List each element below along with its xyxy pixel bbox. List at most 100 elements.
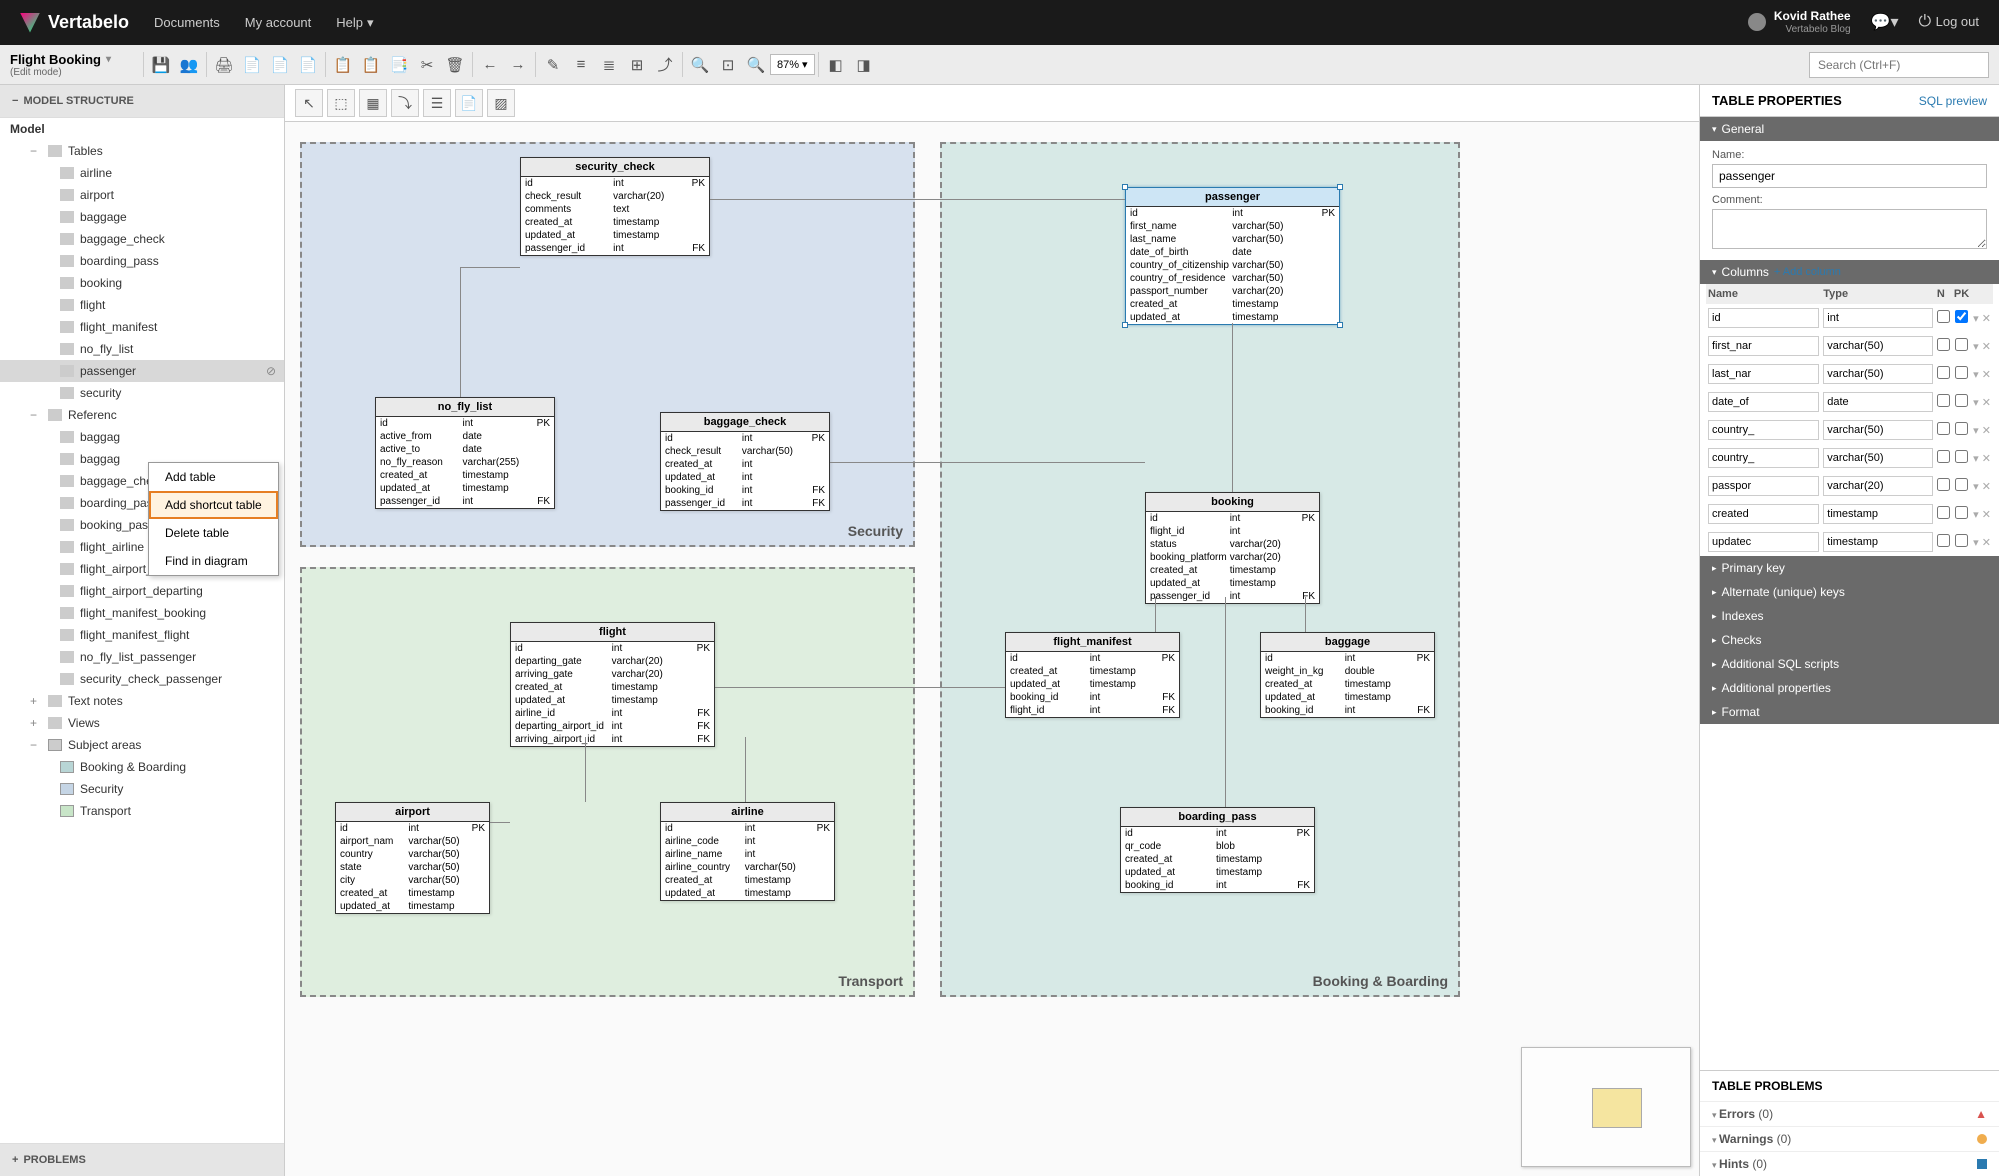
- comment-input[interactable]: [1712, 209, 1987, 249]
- delete-icon[interactable]: 🗑: [441, 51, 469, 79]
- col-type-input[interactable]: [1823, 420, 1933, 440]
- er-security-check[interactable]: security_checkidintPKcheck_resultvarchar…: [520, 157, 710, 256]
- col-row[interactable]: ▾ ✕: [1706, 528, 1993, 556]
- delete-icon[interactable]: ✕: [1982, 369, 1991, 381]
- col-type-input[interactable]: [1823, 308, 1933, 328]
- section-checks[interactable]: Checks: [1700, 628, 1999, 652]
- paste-icon[interactable]: 📋: [357, 51, 385, 79]
- share-icon[interactable]: 👥: [175, 51, 203, 79]
- col-n-checkbox[interactable]: [1937, 478, 1950, 491]
- col-n-checkbox[interactable]: [1937, 394, 1950, 407]
- er-flight[interactable]: flightidintPKdeparting_gatevarchar(20)ar…: [510, 622, 715, 747]
- model-structure-header[interactable]: MODEL STRUCTURE: [0, 85, 284, 118]
- logout-button[interactable]: ⏻ Log out: [1919, 13, 1979, 31]
- minimap[interactable]: [1521, 1047, 1691, 1167]
- tree-ref-flight_manifest_booking[interactable]: flight_manifest_booking: [0, 602, 284, 624]
- col-pk-checkbox[interactable]: [1954, 450, 1969, 463]
- col-type-input[interactable]: [1823, 392, 1933, 412]
- col-row[interactable]: ▾ ✕: [1706, 332, 1993, 360]
- delete-icon[interactable]: ✕: [1982, 453, 1991, 465]
- add-column-link[interactable]: + Add column: [1774, 266, 1841, 278]
- col-name-input[interactable]: [1708, 392, 1819, 412]
- chevron-down-icon[interactable]: ▾: [1973, 481, 1979, 493]
- tree-subject-areas[interactable]: −Subject areas: [0, 734, 284, 756]
- name-input[interactable]: [1712, 164, 1987, 188]
- zoom-fit-icon[interactable]: ⊡: [714, 51, 742, 79]
- tree-table-flight[interactable]: flight: [0, 294, 284, 316]
- section-format[interactable]: Format: [1700, 700, 1999, 724]
- col-row[interactable]: ▾ ✕: [1706, 388, 1993, 416]
- col-type-input[interactable]: [1823, 504, 1933, 524]
- chevron-down-icon[interactable]: ▾: [1973, 341, 1979, 353]
- delete-icon[interactable]: ✕: [1982, 397, 1991, 409]
- minimap-viewport[interactable]: [1592, 1088, 1642, 1128]
- col-n-checkbox[interactable]: [1937, 422, 1950, 435]
- col-pk-checkbox[interactable]: [1954, 366, 1969, 379]
- copy-icon[interactable]: 📋: [329, 51, 357, 79]
- align2-icon[interactable]: ≣: [595, 51, 623, 79]
- chevron-down-icon[interactable]: ▾: [1973, 313, 1979, 325]
- delete-icon[interactable]: ✕: [1982, 313, 1991, 325]
- tree-root-model[interactable]: Model: [0, 118, 284, 140]
- col-name-input[interactable]: [1708, 364, 1819, 384]
- col-pk-checkbox[interactable]: [1954, 478, 1969, 491]
- col-name-input[interactable]: [1708, 448, 1819, 468]
- section-indexes[interactable]: Indexes: [1700, 604, 1999, 628]
- tree-table-baggage_check[interactable]: baggage_check: [0, 228, 284, 250]
- print-icon[interactable]: 🖨: [210, 51, 238, 79]
- tree-references[interactable]: −Referenc: [0, 404, 284, 426]
- export-pdf-icon[interactable]: 📄: [238, 51, 266, 79]
- export-png-icon[interactable]: 📄: [266, 51, 294, 79]
- tree-table-airport[interactable]: airport: [0, 184, 284, 206]
- view-tool[interactable]: ☰: [423, 89, 451, 117]
- section-general[interactable]: General: [1700, 117, 1999, 141]
- col-pk-checkbox[interactable]: [1954, 338, 1969, 351]
- tree-ref-flight_airport_departing[interactable]: flight_airport_departing: [0, 580, 284, 602]
- route-icon[interactable]: ⤴: [651, 51, 679, 79]
- col-type-input[interactable]: [1823, 476, 1933, 496]
- er-passenger[interactable]: passengeridintPKfirst_namevarchar(50)las…: [1125, 187, 1340, 325]
- tree-table-airline[interactable]: airline: [0, 162, 284, 184]
- menu-delete-table[interactable]: Delete table: [149, 519, 278, 547]
- chevron-down-icon[interactable]: ▾: [1973, 453, 1979, 465]
- er-no-fly-list[interactable]: no_fly_listidintPKactive_fromdateactive_…: [375, 397, 555, 509]
- problems-hints[interactable]: Hints (0): [1700, 1151, 1999, 1176]
- table-problems-header[interactable]: TABLE PROBLEMS: [1700, 1070, 1999, 1101]
- col-row[interactable]: ▾ ✕: [1706, 444, 1993, 472]
- pointer-tool[interactable]: ↖: [295, 89, 323, 117]
- search-input[interactable]: [1809, 52, 1989, 78]
- align-icon[interactable]: ≡: [567, 51, 595, 79]
- chat-icon[interactable]: 💬▾: [1871, 12, 1899, 32]
- tree-text-notes[interactable]: +Text notes: [0, 690, 284, 712]
- section-additional-properties[interactable]: Additional properties: [1700, 676, 1999, 700]
- zoom-in-icon[interactable]: 🔍: [686, 51, 714, 79]
- export-xml-icon[interactable]: 📄: [294, 51, 322, 79]
- col-type-input[interactable]: [1823, 448, 1933, 468]
- doc-title[interactable]: Flight Booking ▾: [10, 52, 140, 67]
- zoom-out-icon[interactable]: 🔍: [742, 51, 770, 79]
- chevron-down-icon[interactable]: ▾: [1973, 369, 1979, 381]
- delete-icon[interactable]: ✕: [1982, 341, 1991, 353]
- er-flight-manifest[interactable]: flight_manifestidintPKcreated_attimestam…: [1005, 632, 1180, 718]
- menu-find-in-diagram[interactable]: Find in diagram: [149, 547, 278, 575]
- col-name-input[interactable]: [1708, 420, 1819, 440]
- problems-errors[interactable]: Errors (0)▲: [1700, 1101, 1999, 1126]
- canvas[interactable]: Security Transport Booking & Boarding se…: [285, 122, 1699, 1175]
- er-airline[interactable]: airlineidintPKairline_codeintairline_nam…: [660, 802, 835, 901]
- problems-panel-header[interactable]: PROBLEMS: [0, 1143, 284, 1176]
- col-name-input[interactable]: [1708, 504, 1819, 524]
- sql-preview-link[interactable]: SQL preview: [1919, 94, 1987, 108]
- col-n-checkbox[interactable]: [1937, 450, 1950, 463]
- section-additional-sql-scripts[interactable]: Additional SQL scripts: [1700, 652, 1999, 676]
- note-tool[interactable]: 📄: [455, 89, 483, 117]
- col-n-checkbox[interactable]: [1937, 338, 1950, 351]
- tree-table-flight_manifest[interactable]: flight_manifest: [0, 316, 284, 338]
- tree-table-no_fly_list[interactable]: no_fly_list: [0, 338, 284, 360]
- nav-help[interactable]: Help ▾: [336, 15, 373, 31]
- tree-ref-baggag[interactable]: baggag: [0, 426, 284, 448]
- ref-tool[interactable]: ⤵: [391, 89, 419, 117]
- table-tool[interactable]: ▦: [359, 89, 387, 117]
- tree-tables[interactable]: −Tables: [0, 140, 284, 162]
- col-n-checkbox[interactable]: [1937, 366, 1950, 379]
- tree-sa-transport[interactable]: Transport: [0, 800, 284, 822]
